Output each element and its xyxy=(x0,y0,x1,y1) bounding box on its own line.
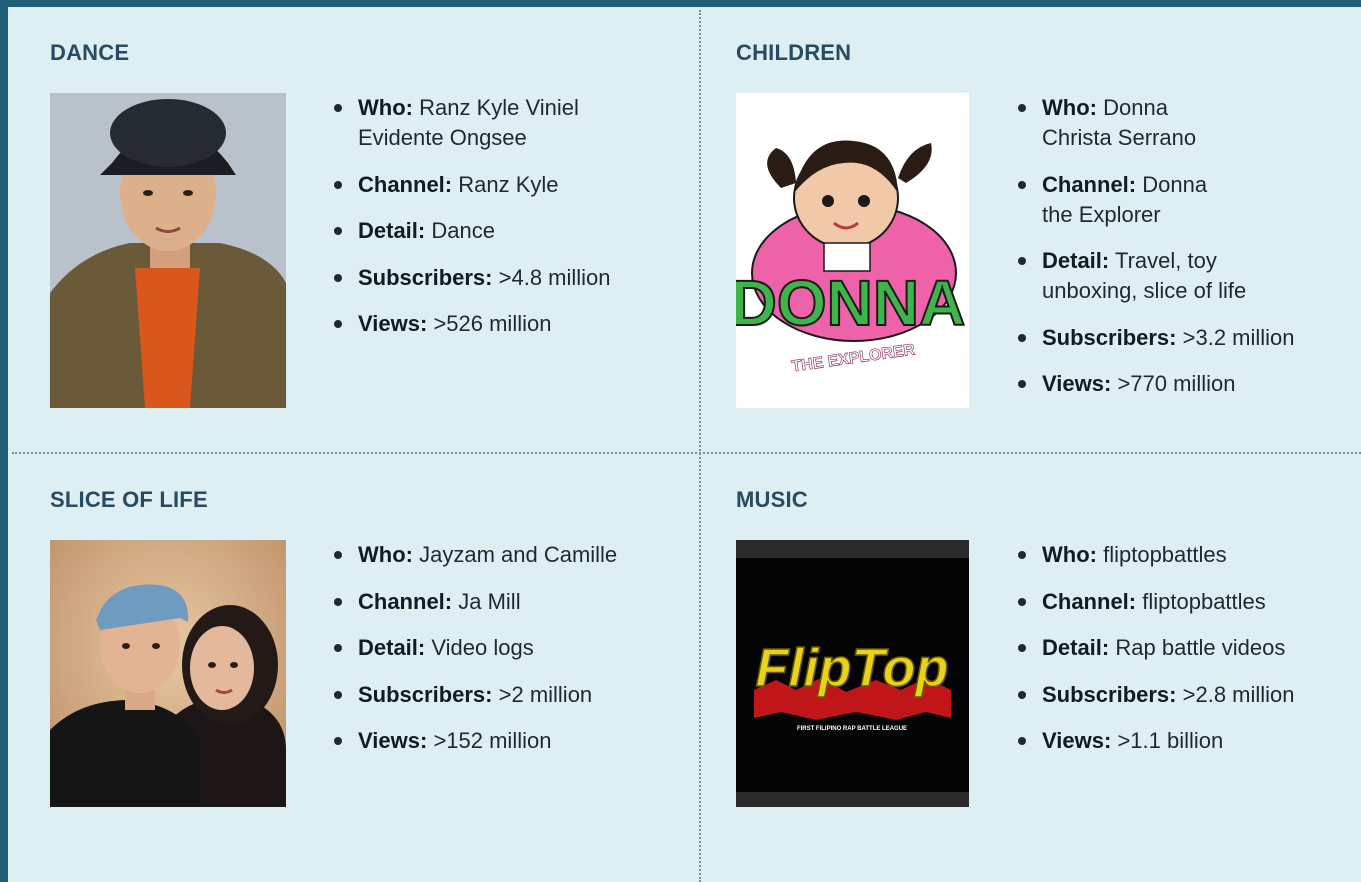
logo-wordmark: DONNA xyxy=(736,267,965,339)
fact-subscribers: Subscribers: >4.8 million xyxy=(330,263,665,293)
fact-views: Views: >152 million xyxy=(330,726,670,756)
fact-channel: Channel: fliptopbattles xyxy=(1014,587,1354,617)
vertical-divider xyxy=(699,10,701,882)
section-title: CHILDREN xyxy=(736,40,852,65)
fact-who: Who: Ranz Kyle Viniel Evidente Ongsee xyxy=(330,93,665,153)
fact-detail: Detail: Dance xyxy=(330,216,665,246)
logo-wordmark: FlipTop xyxy=(756,638,949,698)
fact-views: Views: >1.1 billion xyxy=(1014,726,1354,756)
fact-detail: Detail: Travel, toy unboxing, slice of l… xyxy=(1014,246,1312,306)
fact-who: Who: Jayzam and Camille xyxy=(330,540,670,570)
facts-list: Who: fliptopbattles Channel: fliptopbatt… xyxy=(1014,540,1354,773)
donna-the-explorer-logo: DONNA THE EXPLORER xyxy=(736,93,969,408)
fact-detail: Detail: Rap battle videos xyxy=(1014,633,1354,663)
facts-list: Who: Jayzam and Camille Channel: Ja Mill… xyxy=(330,540,670,773)
section-title: DANCE xyxy=(50,40,130,65)
fact-subscribers: Subscribers: >3.2 million xyxy=(1014,323,1344,353)
facts-list: Who: Ranz Kyle Viniel Evidente Ongsee Ch… xyxy=(330,93,665,356)
fact-channel: Channel: Ranz Kyle xyxy=(330,170,665,200)
fact-subscribers: Subscribers: >2.8 million xyxy=(1014,680,1354,710)
fact-subscribers: Subscribers: >2 million xyxy=(330,680,670,710)
logo-tagline: FIRST FILIPINO RAP BATTLE LEAGUE xyxy=(797,726,907,732)
section-title: MUSIC xyxy=(736,487,808,512)
horizontal-divider xyxy=(12,452,1361,454)
fact-who: Who: Donna Christa Serrano xyxy=(1014,93,1242,153)
fact-views: Views: >770 million xyxy=(1014,369,1344,399)
jayzam-and-camille-photo xyxy=(50,540,286,807)
ranz-kyle-photo xyxy=(50,93,286,408)
facts-list: Who: Donna Christa Serrano Channel: Donn… xyxy=(1014,93,1344,416)
fact-views: Views: >526 million xyxy=(330,309,665,339)
section-title: SLICE OF LIFE xyxy=(50,487,208,512)
fliptop-logo: FlipTop FIRST FILIPINO RAP BATTLE LEAGUE xyxy=(736,540,969,807)
fact-who: Who: fliptopbattles xyxy=(1014,540,1354,570)
fact-channel: Channel: Donna the Explorer xyxy=(1014,170,1242,230)
fact-channel: Channel: Ja Mill xyxy=(330,587,670,617)
fact-detail: Detail: Video logs xyxy=(330,633,670,663)
